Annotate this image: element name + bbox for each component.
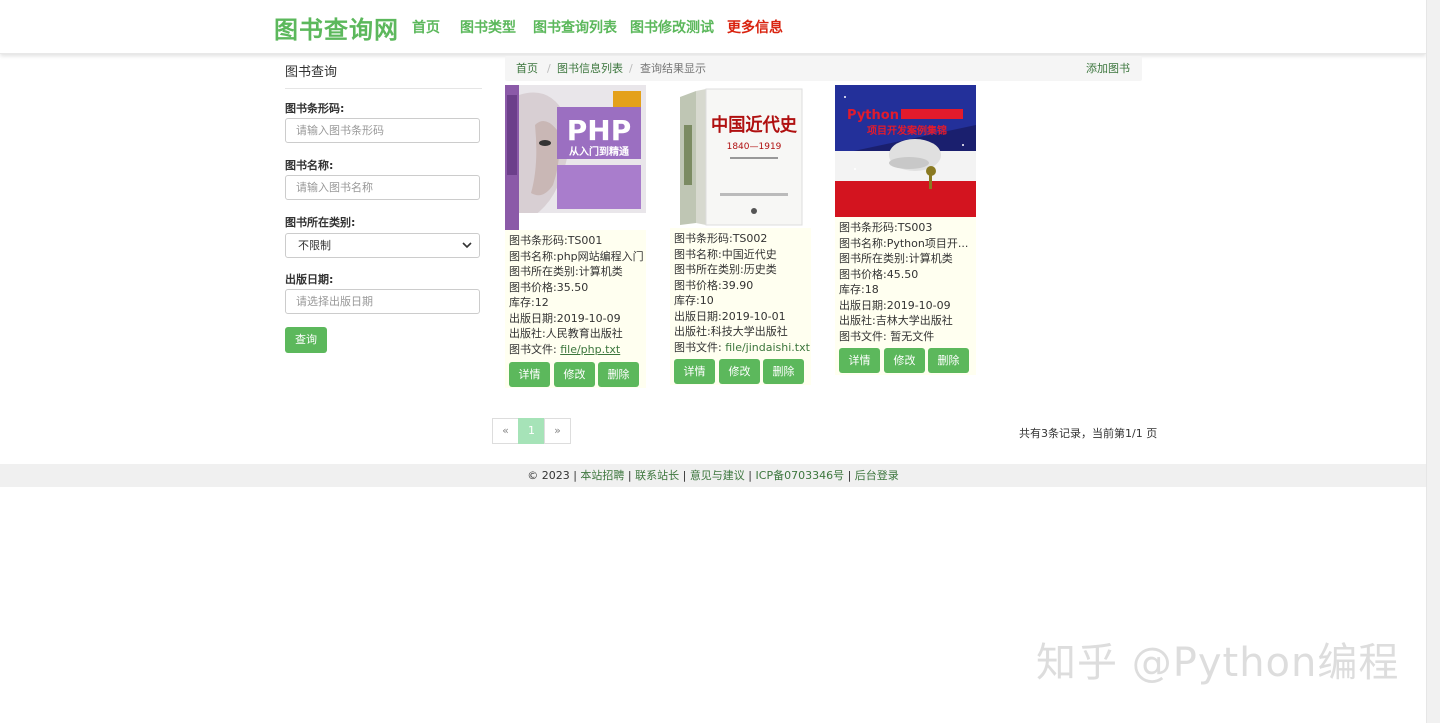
query-button[interactable]: 查询	[285, 327, 327, 353]
barcode-label: 图书条形码:	[285, 102, 345, 115]
detail-button[interactable]: 详情	[674, 359, 715, 384]
footer-separator: |	[624, 469, 636, 482]
detail-button[interactable]: 详情	[839, 348, 880, 373]
book-name: 图书名称:中国近代史	[674, 247, 777, 261]
delete-button[interactable]: 删除	[598, 362, 639, 387]
book-category: 图书所在类别:计算机类	[839, 252, 953, 265]
cover-subtitle: 项目开发案例集锦	[867, 124, 947, 137]
breadcrumb-separator: /	[547, 62, 551, 75]
cover-title: 中国近代史	[711, 114, 798, 136]
book-price: 图书价格:45.50	[839, 267, 919, 281]
footer-separator: |	[679, 469, 690, 482]
book-name-label: 图书名称:	[285, 159, 334, 172]
detail-button[interactable]: 详情	[509, 362, 550, 387]
book-file-link[interactable]: file/php.txt	[560, 343, 620, 356]
book-card: Python 项目开发案例集锦 图书条形码:TS003 图书名称:Python项…	[835, 85, 976, 375]
book-name-input[interactable]: 请输入图书名称	[285, 175, 480, 200]
category-label: 图书所在类别:	[285, 216, 356, 229]
publish-date-label: 出版日期:	[285, 273, 334, 286]
breadcrumb: 首页 / 图书信息列表 / 查询结果显示 添加图书	[505, 56, 1142, 81]
cover-title: PHP	[567, 114, 631, 147]
delete-button[interactable]: 删除	[928, 348, 969, 373]
book-info: 图书条形码:TS003 图书名称:Python项目开... 图书所在类别:计算机…	[839, 220, 968, 344]
pagination-next[interactable]: »	[544, 418, 571, 444]
nav-home[interactable]: 首页	[412, 17, 440, 37]
delete-button[interactable]: 删除	[763, 359, 804, 384]
book-file-status: 暂无文件	[890, 329, 935, 343]
nav-more-info[interactable]: 更多信息	[727, 17, 783, 37]
book-file-link[interactable]: file/jindaishi.txt	[725, 341, 810, 354]
pagination-prev[interactable]: «	[492, 418, 519, 444]
book-stock: 库存:10	[674, 294, 714, 307]
book-barcode: 图书条形码:TS001	[509, 234, 603, 247]
book-cover-image[interactable]: 中国近代史 1840—1919	[670, 85, 811, 228]
book-price: 图书价格:39.90	[674, 278, 754, 292]
footer-separator: |	[744, 469, 756, 482]
pagination-page-1[interactable]: 1	[518, 418, 545, 444]
cover-subtitle: 从入门到精通	[569, 145, 629, 158]
site-brand[interactable]: 图书查询网	[274, 10, 399, 45]
pagination-info: 共有3条记录，当前第1/1 页	[1019, 427, 1158, 440]
book-cover-image[interactable]: Python 项目开发案例集锦	[835, 85, 976, 217]
footer-copyright: © 2023 |	[527, 469, 581, 482]
chevron-down-icon	[462, 242, 472, 249]
cover-title: Python	[847, 108, 899, 123]
book-name: 图书名称:Python项目开...	[839, 236, 969, 250]
top-navbar: 图书查询网 首页 图书类型 图书查询列表 图书修改测试 更多信息	[0, 0, 1426, 54]
book-barcode: 图书条形码:TS002	[674, 232, 768, 245]
barcode-input[interactable]: 请输入图书条形码	[285, 118, 480, 143]
breadcrumb-book-list[interactable]: 图书信息列表	[557, 56, 623, 81]
book-file-label: 图书文件:	[674, 340, 726, 354]
edit-button[interactable]: 修改	[884, 348, 925, 373]
category-select-value: 不限制	[298, 239, 331, 252]
footer-link-icp[interactable]: ICP备0703346号	[756, 469, 845, 482]
book-publisher: 出版社:人民教育出版社	[509, 327, 623, 340]
book-file-label: 图书文件:	[509, 342, 561, 356]
footer-link-admin-login[interactable]: 后台登录	[855, 469, 899, 482]
book-info: 图书条形码:TS002 图书名称:中国近代史 图书所在类别:历史类 图书价格:3…	[674, 231, 810, 355]
book-file: 图书文件: 暂无文件	[839, 329, 968, 345]
book-barcode: 图书条形码:TS003	[839, 221, 933, 234]
breadcrumb-separator: /	[629, 62, 633, 75]
watermark: 知乎 @Python编程	[1036, 640, 1400, 686]
footer-link-contact[interactable]: 联系站长	[635, 469, 679, 482]
footer-separator: |	[844, 469, 855, 482]
pagination: « 1 »	[492, 418, 571, 444]
category-select[interactable]: 不限制	[285, 233, 480, 258]
vertical-scrollbar[interactable]	[1426, 0, 1440, 723]
edit-button[interactable]: 修改	[554, 362, 595, 387]
book-card: 中国近代史 1840—1919 图书条形码:TS002 图书名称:中国近代史 图…	[670, 85, 811, 385]
book-category: 图书所在类别:历史类	[674, 263, 777, 276]
footer-link-feedback[interactable]: 意见与建议	[690, 469, 745, 482]
breadcrumb-current: 查询结果显示	[640, 62, 706, 75]
nav-book-edit-test[interactable]: 图书修改测试	[630, 17, 714, 37]
book-publish-date: 出版日期:2019-10-01	[674, 309, 786, 323]
book-publish-date: 出版日期:2019-10-09	[509, 311, 621, 325]
book-stock: 库存:18	[839, 283, 879, 296]
footer: © 2023 | 本站招聘 | 联系站长 | 意见与建议 | ICP备07033…	[0, 464, 1426, 487]
book-file-label: 图书文件:	[839, 329, 891, 343]
sidebar-title: 图书查询	[285, 61, 482, 89]
book-file: 图书文件: file/jindaishi.txt	[674, 340, 810, 356]
nav-book-types[interactable]: 图书类型	[460, 17, 516, 37]
book-card: PHP 从入门到精通 图书条形码:TS001 图书名称:php网站编程入门 图书…	[505, 85, 646, 388]
book-stock: 库存:12	[509, 296, 549, 309]
book-publisher: 出版社:科技大学出版社	[674, 325, 788, 338]
breadcrumb-home[interactable]: 首页	[516, 56, 538, 81]
edit-button[interactable]: 修改	[719, 359, 760, 384]
book-file: 图书文件: file/php.txt	[509, 342, 644, 358]
add-book-link[interactable]: 添加图书	[1086, 56, 1130, 81]
book-cover-image[interactable]: PHP 从入门到精通	[505, 85, 646, 230]
publish-date-input[interactable]: 请选择出版日期	[285, 289, 480, 314]
book-publish-date: 出版日期:2019-10-09	[839, 298, 951, 312]
book-name: 图书名称:php网站编程入门	[509, 249, 644, 263]
book-category: 图书所在类别:计算机类	[509, 265, 623, 278]
cover-subtitle: 1840—1919	[727, 142, 782, 152]
book-publisher: 出版社:吉林大学出版社	[839, 314, 953, 327]
nav-book-query-list[interactable]: 图书查询列表	[533, 17, 617, 37]
footer-link-recruit[interactable]: 本站招聘	[580, 469, 624, 482]
book-info: 图书条形码:TS001 图书名称:php网站编程入门 图书所在类别:计算机类 图…	[509, 233, 644, 357]
book-price: 图书价格:35.50	[509, 280, 589, 294]
